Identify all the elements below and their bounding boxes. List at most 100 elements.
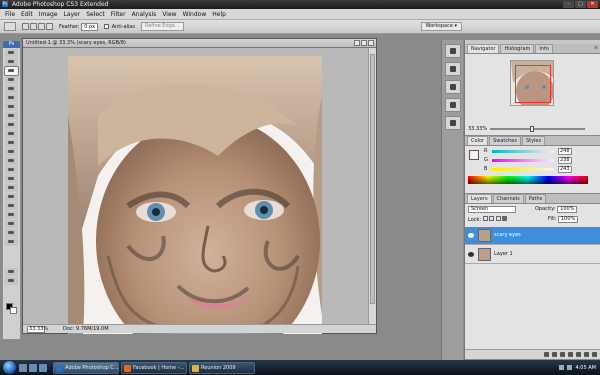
clock[interactable]: 4:05 AM (575, 365, 596, 371)
history-brush-tool-icon[interactable] (5, 130, 18, 138)
hand-tool-icon[interactable] (5, 229, 18, 237)
lock-all-icon[interactable] (502, 216, 508, 221)
menu-image[interactable]: Image (36, 9, 61, 20)
adjustment-layer-icon[interactable] (568, 352, 573, 357)
menu-file[interactable]: File (2, 9, 18, 20)
link-layers-icon[interactable] (544, 352, 549, 357)
green-slider[interactable] (492, 159, 554, 162)
antialias-checkbox[interactable] (104, 23, 110, 29)
new-group-icon[interactable] (576, 352, 581, 357)
navigator-zoom-slider[interactable] (490, 126, 585, 132)
opacity-input[interactable]: 100% (557, 206, 578, 213)
add-selection-icon[interactable] (30, 23, 37, 30)
move-tool-icon[interactable] (5, 49, 18, 57)
subtract-selection-icon[interactable] (38, 23, 45, 30)
menu-view[interactable]: View (159, 9, 179, 20)
marquee-tool-icon[interactable] (5, 58, 18, 66)
healing-brush-tool-icon[interactable] (5, 103, 18, 111)
red-slider[interactable] (492, 150, 554, 153)
green-value[interactable]: 238 (558, 157, 572, 164)
blur-tool-icon[interactable] (5, 157, 18, 165)
actions-panel-icon[interactable] (444, 62, 461, 76)
tab-info[interactable]: Info (535, 44, 553, 53)
doc-minimize-button[interactable] (354, 40, 360, 46)
lock-transparency-icon[interactable] (482, 216, 488, 221)
background-color-swatch[interactable] (10, 307, 17, 314)
layer-row-scary-eyes[interactable]: scary eyes (465, 227, 600, 245)
foreground-color-chip[interactable] (469, 150, 479, 160)
internet-explorer-icon[interactable] (39, 363, 47, 372)
layer-style-icon[interactable] (552, 352, 557, 357)
screen-mode-icon[interactable] (5, 277, 18, 285)
path-selection-tool-icon[interactable] (5, 193, 18, 201)
child-portrait-image[interactable] (68, 56, 322, 334)
tab-layers[interactable]: Layers (467, 194, 492, 203)
blend-mode-select[interactable]: Screen (468, 206, 516, 213)
tab-navigator[interactable]: Navigator (467, 44, 500, 53)
lasso-preset-icon[interactable] (4, 22, 16, 31)
switch-windows-icon[interactable] (29, 363, 37, 372)
tab-histogram[interactable]: Histogram (500, 44, 535, 53)
crop-tool-icon[interactable] (5, 85, 18, 93)
doc-size-info[interactable]: Doc: 9.76M/19.0M (63, 325, 109, 334)
brushes-panel-icon[interactable] (444, 80, 461, 94)
tool-presets-panel-icon[interactable] (444, 98, 461, 112)
tab-swatches[interactable]: Swatches (489, 136, 521, 145)
feather-input[interactable]: 0 px (81, 22, 99, 31)
taskbar-item-facebook[interactable]: Facebook | Home -... (121, 361, 187, 374)
brush-tool-icon[interactable] (5, 112, 18, 120)
tab-color[interactable]: Color (467, 136, 489, 145)
lock-position-icon[interactable] (495, 216, 501, 221)
shape-tool-icon[interactable] (5, 202, 18, 210)
layer-row-layer-1[interactable]: Layer 1 (465, 246, 600, 264)
lasso-tool-icon[interactable] (4, 66, 19, 76)
3d-rotate-tool-icon[interactable] (5, 211, 18, 219)
refine-edge-button[interactable]: Refine Edge... (140, 22, 184, 31)
doc-maximize-button[interactable] (361, 40, 367, 46)
dodge-tool-icon[interactable] (5, 166, 18, 174)
quick-select-tool-icon[interactable] (5, 76, 18, 84)
minimize-button[interactable]: – (563, 1, 574, 8)
color-spectrum-ramp[interactable] (468, 176, 588, 184)
layer-mask-icon[interactable] (560, 352, 565, 357)
show-desktop-icon[interactable] (19, 363, 27, 372)
tab-channels[interactable]: Channels (492, 194, 524, 203)
navigator-zoom-knob[interactable] (529, 126, 534, 132)
menu-edit[interactable]: Edit (18, 9, 36, 20)
zoom-field[interactable]: 33.33% (27, 326, 48, 333)
blue-slider[interactable] (492, 168, 554, 171)
layer-visibility-eye-icon[interactable] (468, 252, 474, 257)
red-value[interactable]: 248 (558, 148, 572, 155)
eraser-tool-icon[interactable] (5, 139, 18, 147)
taskbar-item-photoshop[interactable]: Adobe Photoshop C... (53, 361, 119, 374)
menu-select[interactable]: Select (83, 9, 108, 20)
slice-tool-icon[interactable] (5, 94, 18, 102)
new-layer-icon[interactable] (584, 352, 589, 357)
delete-layer-icon[interactable] (592, 352, 597, 357)
document-tab[interactable]: Untitled-1 @ 33.3% (scary eyes, RGB/8) (23, 39, 376, 48)
network-icon[interactable] (559, 365, 565, 370)
taskbar-item-reunion[interactable]: Reunion 2009 (189, 361, 255, 374)
type-tool-icon[interactable] (5, 184, 18, 192)
vertical-scrollbar[interactable] (368, 48, 376, 326)
workspace-button[interactable]: Workspace ▾ (420, 22, 462, 31)
doc-close-button[interactable] (368, 40, 374, 46)
intersect-selection-icon[interactable] (46, 23, 53, 30)
zoom-tool-icon[interactable] (5, 238, 18, 246)
new-selection-icon[interactable] (22, 23, 29, 30)
menu-help[interactable]: Help (209, 9, 229, 20)
fill-input[interactable]: 100% (557, 216, 579, 223)
maximize-button[interactable]: □ (575, 1, 586, 8)
panel-menu-icon[interactable]: ≡ (594, 45, 598, 51)
clone-source-panel-icon[interactable] (444, 116, 461, 130)
tab-styles[interactable]: Styles (521, 136, 546, 145)
menu-layer[interactable]: Layer (60, 9, 83, 20)
menu-analysis[interactable]: Analysis (129, 9, 160, 20)
lock-pixels-icon[interactable] (489, 216, 495, 221)
clone-stamp-tool-icon[interactable] (5, 121, 18, 129)
navigator-thumbnail[interactable] (510, 60, 554, 106)
pen-tool-icon[interactable] (5, 175, 18, 183)
close-button[interactable]: ✕ (587, 1, 598, 8)
menu-window[interactable]: Window (180, 9, 210, 20)
menu-filter[interactable]: Filter (108, 9, 129, 20)
